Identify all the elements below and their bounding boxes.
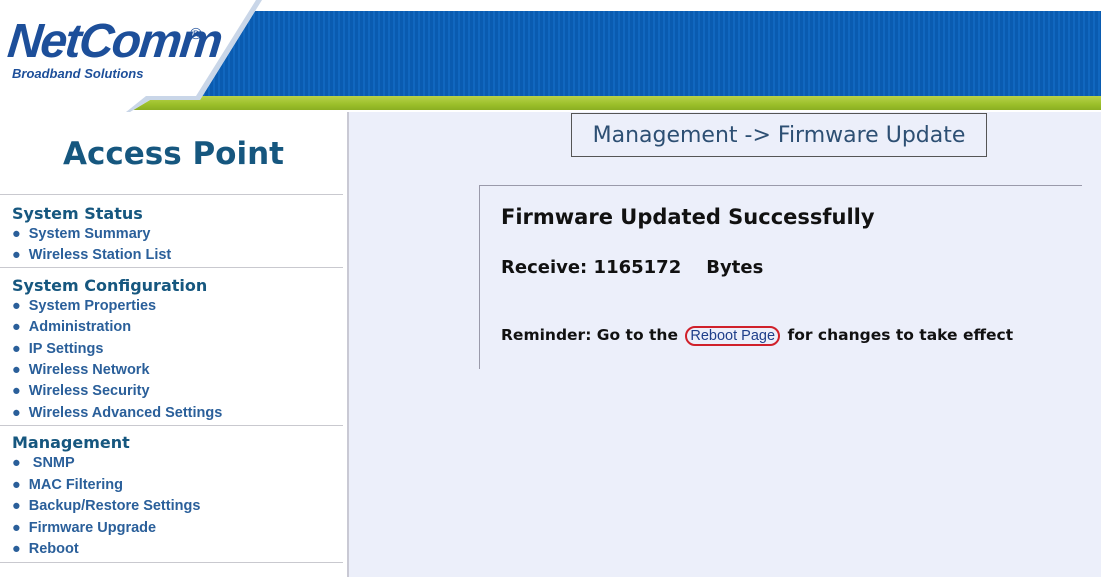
divider bbox=[0, 425, 343, 426]
divider bbox=[0, 267, 343, 268]
bullet-icon: ● bbox=[12, 319, 21, 335]
logo-registered-mark: ® bbox=[190, 26, 202, 43]
bullet-icon: ● bbox=[12, 541, 21, 557]
section-heading-management: Management bbox=[12, 433, 130, 452]
section-heading-system-configuration: System Configuration bbox=[12, 276, 208, 295]
sidebar-item-backup-restore-settings[interactable]: ● Backup/Restore Settings bbox=[12, 498, 200, 514]
sidebar-item-label: MAC Filtering bbox=[28, 477, 124, 493]
sidebar-item-label: System Summary bbox=[28, 226, 151, 242]
bullet-icon: ● bbox=[12, 226, 21, 242]
sidebar-item-system-properties[interactable]: ● System Properties bbox=[12, 298, 156, 314]
sidebar-item-label: Wireless Station List bbox=[28, 247, 172, 263]
reminder-message: Reminder: Go to the Reboot Page for chan… bbox=[501, 326, 1013, 346]
divider bbox=[0, 562, 343, 563]
sidebar-item-label: Backup/Restore Settings bbox=[28, 498, 201, 514]
sidebar-item-wireless-network[interactable]: ● Wireless Network bbox=[12, 362, 150, 378]
sidebar-item-label: Wireless Network bbox=[28, 362, 150, 378]
reminder-prefix: Reminder: Go to the bbox=[501, 326, 678, 344]
divider bbox=[0, 194, 343, 195]
sidebar-item-label: Reboot bbox=[28, 541, 79, 557]
sidebar-item-label: Wireless Advanced Settings bbox=[28, 405, 223, 421]
sidebar-item-label: Administration bbox=[28, 319, 132, 335]
content-border-left bbox=[479, 185, 480, 369]
sidebar-item-label: Firmware Upgrade bbox=[28, 520, 157, 536]
reboot-page-link[interactable]: Reboot Page bbox=[685, 326, 781, 346]
bullet-icon: ● bbox=[12, 383, 21, 399]
page-title: Management -> Firmware Update bbox=[571, 113, 987, 157]
sidebar-item-mac-filtering[interactable]: ● MAC Filtering bbox=[12, 477, 123, 493]
sidebar-item-wireless-security[interactable]: ● Wireless Security bbox=[12, 383, 150, 399]
sidebar-item-firmware-upgrade[interactable]: ● Firmware Upgrade bbox=[12, 520, 156, 536]
receive-status: Receive: 1165172 Bytes bbox=[501, 257, 763, 278]
bullet-icon: ● bbox=[12, 362, 21, 378]
receive-unit: Bytes bbox=[706, 257, 764, 278]
receive-label: Receive: bbox=[501, 257, 588, 278]
sidebar-item-label: Wireless Security bbox=[28, 383, 150, 399]
bullet-icon: ● bbox=[12, 455, 21, 471]
sidebar-item-administration[interactable]: ● Administration bbox=[12, 319, 131, 335]
sidebar-item-ip-settings[interactable]: ● IP Settings bbox=[12, 341, 103, 357]
bullet-icon: ● bbox=[12, 498, 21, 514]
logo-tagline: Broadband Solutions bbox=[12, 66, 144, 81]
receive-value: 1165172 bbox=[593, 257, 682, 278]
header: NetComm ® Broadband Solutions bbox=[0, 0, 1101, 112]
bullet-icon: ● bbox=[12, 298, 21, 314]
bullet-icon: ● bbox=[12, 477, 21, 493]
sidebar-item-reboot[interactable]: ● Reboot bbox=[12, 541, 79, 557]
sidebar-item-wireless-station-list[interactable]: ● Wireless Station List bbox=[12, 247, 171, 263]
content-border-top bbox=[479, 185, 1082, 186]
bullet-icon: ● bbox=[12, 247, 21, 263]
reminder-suffix: for changes to take effect bbox=[787, 326, 1014, 344]
sidebar: Access Point System Status ● System Summa… bbox=[0, 112, 349, 577]
logo: NetComm ® Broadband Solutions bbox=[0, 0, 270, 112]
sidebar-item-snmp[interactable]: ● SNMP bbox=[12, 455, 75, 471]
sidebar-item-label: SNMP bbox=[28, 455, 75, 471]
sidebar-item-wireless-advanced-settings[interactable]: ● Wireless Advanced Settings bbox=[12, 405, 222, 421]
section-heading-system-status: System Status bbox=[12, 204, 143, 223]
sidebar-item-label: IP Settings bbox=[28, 341, 104, 357]
bullet-icon: ● bbox=[12, 405, 21, 421]
bullet-icon: ● bbox=[12, 520, 21, 536]
success-message: Firmware Updated Successfully bbox=[501, 205, 875, 229]
sidebar-item-label: System Properties bbox=[28, 298, 157, 314]
main-content: Management -> Firmware Update Firmware U… bbox=[349, 112, 1101, 577]
bullet-icon: ● bbox=[12, 341, 21, 357]
sidebar-title: Access Point bbox=[63, 136, 284, 172]
sidebar-item-system-summary[interactable]: ● System Summary bbox=[12, 226, 150, 242]
